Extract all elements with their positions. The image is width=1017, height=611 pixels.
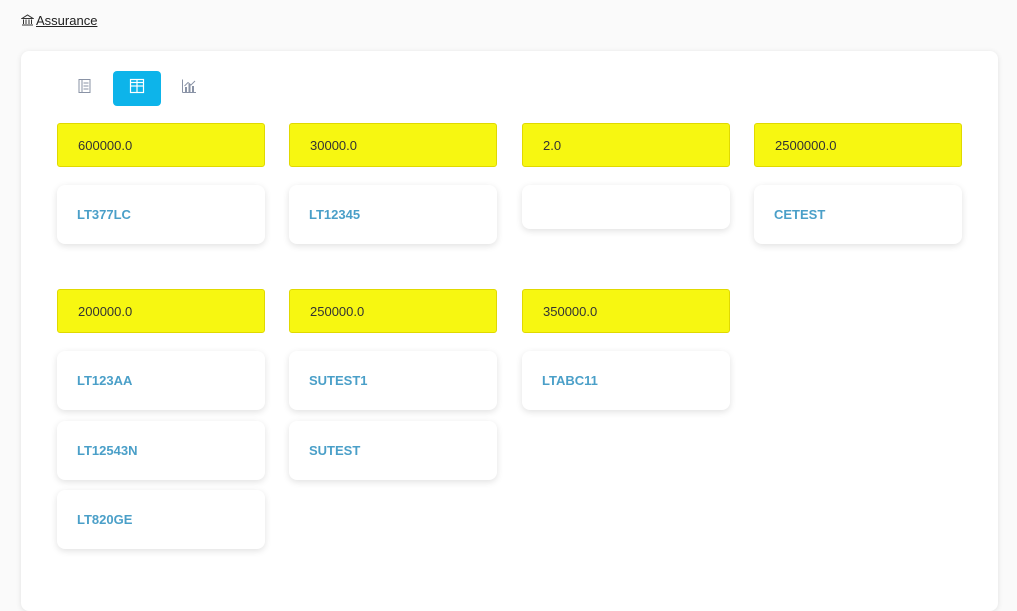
group-value-box[interactable]: 2.0 bbox=[522, 123, 730, 167]
item-card[interactable]: LTABC11 bbox=[522, 351, 730, 410]
list-view-button[interactable] bbox=[61, 71, 109, 106]
breadcrumb-label: Assurance bbox=[36, 13, 98, 28]
item-card[interactable]: LT377LC bbox=[57, 185, 265, 244]
group-value-box[interactable]: 30000.0 bbox=[289, 123, 497, 167]
item-card[interactable]: LT12345 bbox=[289, 185, 497, 244]
group-value-box[interactable]: 250000.0 bbox=[289, 289, 497, 333]
group-value-box[interactable]: 350000.0 bbox=[522, 289, 730, 333]
group-value-box[interactable]: 2500000.0 bbox=[754, 123, 962, 167]
list-view-icon bbox=[77, 78, 93, 99]
item-card[interactable]: LT820GE bbox=[57, 490, 265, 549]
item-card[interactable]: SUTEST1 bbox=[289, 351, 497, 410]
grid-view-button[interactable] bbox=[113, 71, 161, 106]
breadcrumb-assurance-link[interactable]: Assurance bbox=[21, 13, 97, 28]
item-card[interactable]: SUTEST bbox=[289, 421, 497, 480]
item-card[interactable]: LT12543N bbox=[57, 421, 265, 480]
bank-icon bbox=[21, 14, 34, 27]
group-value-box[interactable]: 600000.0 bbox=[57, 123, 265, 167]
view-switcher bbox=[61, 71, 213, 106]
item-card[interactable] bbox=[522, 185, 730, 229]
item-card[interactable]: CETEST bbox=[754, 185, 962, 244]
chart-view-icon bbox=[181, 78, 197, 99]
grid-view-icon bbox=[129, 78, 145, 99]
chart-view-button[interactable] bbox=[165, 71, 213, 106]
item-card[interactable]: LT123AA bbox=[57, 351, 265, 410]
group-value-box[interactable]: 200000.0 bbox=[57, 289, 265, 333]
